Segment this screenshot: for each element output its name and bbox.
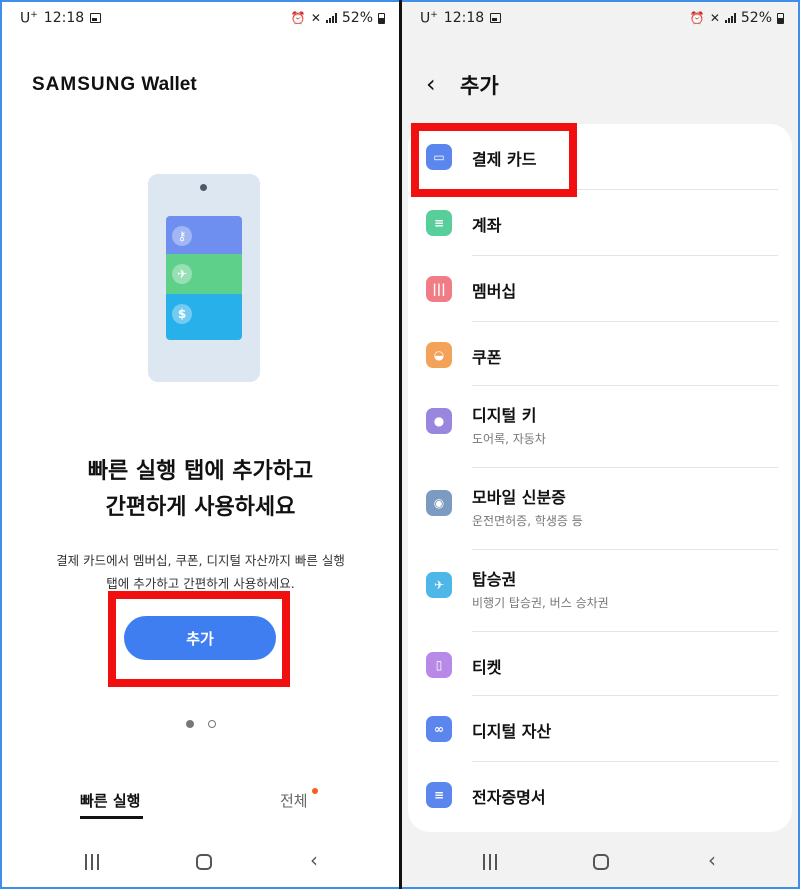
home-icon[interactable] [196,854,212,870]
coupon-icon: ◒ [426,342,452,368]
headline-line-2: 간편하게 사용하세요 [105,495,296,520]
menu-item-title: 쿠폰 [472,348,502,367]
page-indicator [186,720,216,728]
mute-icon: ✕ [310,11,321,25]
menu-item-title: 멤버십 [472,282,517,301]
system-navigation-bar: ‹ [2,840,399,880]
menu-item-certificate[interactable]: ≡ 전자증명서 [408,762,792,828]
boarding-pass-icon: ✈ [426,572,452,598]
back-nav-icon[interactable]: ‹ [310,850,318,870]
back-nav-icon[interactable]: ‹ [708,850,716,870]
status-bar: U+ 12:18 ⏰ ✕ 52% [2,2,399,36]
key-icon: ● [426,408,452,434]
wallet-add-screen: U+ 12:18 ⏰ ✕ 52% ‹ 추가 ▭ 결제 카드 ≡ 계좌 ||| 멤버십 ◒ 쿠폰… [402,2,798,887]
menu-item-id-card[interactable]: ◉ 모바일 신분증운전면허증, 학생증 등 [408,468,792,550]
menu-item-ticket[interactable]: ▯ 티켓 [408,632,792,696]
wallet-phone-illustration: ⚷ ✈ $ [148,174,260,382]
page-title: 추가 [460,74,499,98]
status-bar: U+ 12:18 ⏰ ✕ 52% [402,2,798,36]
airplane-icon: ✈ [172,264,192,284]
signal-icon [724,13,736,23]
digital-asset-icon: ∞ [426,716,452,742]
headline-line-1: 빠른 실행 탭에 추가하고 [87,459,314,484]
gallery-notification-icon [490,13,502,24]
menu-item-title: 전자증명서 [472,788,546,807]
account-icon: ≡ [426,210,452,236]
menu-item-digital-asset[interactable]: ∞ 디지털 자산 [408,696,792,762]
carrier-label: U+ [420,10,438,27]
menu-item-title: 디지털 키 [472,406,537,425]
highlight-box [411,123,577,197]
menu-item-boarding-pass[interactable]: ✈ 탑승권비행기 탑승권, 버스 승차권 [408,550,792,632]
new-badge-dot [312,788,318,794]
page-dot-inactive [208,720,216,728]
alarm-icon: ⏰ [290,11,306,25]
description-line-1: 결제 카드에서 멤버십, 쿠폰, 디지털 자산까지 빠른 실행 [56,553,345,568]
gallery-notification-icon [90,13,102,24]
battery-icon [378,12,385,24]
signal-icon [325,13,337,23]
ticket-icon: ▯ [426,652,452,678]
menu-item-key[interactable]: ● 디지털 키도어록, 자동차 [408,386,792,468]
battery-percent: 52% [740,10,772,26]
recent-apps-icon[interactable] [85,854,99,870]
wallet-quick-access-screen: U+ 12:18 ⏰ ✕ 52% SAMSUNG Wallet ⚷ ✈ $ 빠른… [2,2,399,887]
clock: 12:18 [43,10,85,27]
recent-apps-icon[interactable] [483,854,497,870]
battery-icon [777,12,784,24]
key-icon: ⚷ [172,226,192,246]
certificate-icon: ≡ [426,782,452,808]
samsung-wallet-logo: SAMSUNG Wallet [32,74,197,95]
menu-item-subtitle: 운전면허증, 학생증 등 [472,514,583,528]
add-item-list: ▭ 결제 카드 ≡ 계좌 ||| 멤버십 ◒ 쿠폰 ● 디지털 키 도어록, 자동차 ◉ 모바일 신분증… [408,124,792,832]
bottom-tab-bar: 빠른 실행 전체 [2,788,399,824]
menu-item-title: 모바일 신분증 [472,488,566,507]
tab-all[interactable]: 전체 [280,790,308,811]
highlight-box [108,591,290,687]
menu-item-title: 티켓 [472,658,502,677]
alarm-icon: ⏰ [689,11,705,25]
tab-active-indicator [80,816,143,819]
menu-item-subtitle: 비행기 탑승권, 버스 승차권 [472,596,609,610]
carrier-label: U+ [20,10,38,27]
clock: 12:18 [443,10,485,27]
menu-item-title: 디지털 자산 [472,722,552,741]
menu-item-coupon[interactable]: ◒ 쿠폰 [408,322,792,386]
home-icon[interactable] [593,854,609,870]
page-dot-active [186,720,194,728]
tab-quick-access[interactable]: 빠른 실행 [80,790,140,811]
menu-item-account[interactable]: ≡ 계좌 [408,190,792,256]
menu-item-subtitle: 도어록, 자동차 [472,432,546,446]
mute-icon: ✕ [709,11,720,25]
battery-percent: 52% [341,10,373,26]
dollar-icon: $ [172,304,192,324]
menu-item-title: 탑승권 [472,570,517,589]
id-card-icon: ◉ [426,490,452,516]
menu-item-membership[interactable]: ||| 멤버십 [408,256,792,322]
back-arrow-icon[interactable]: ‹ [426,72,436,96]
system-navigation-bar: ‹ [402,840,798,880]
menu-item-title: 계좌 [472,216,502,235]
membership-icon: ||| [426,276,452,302]
